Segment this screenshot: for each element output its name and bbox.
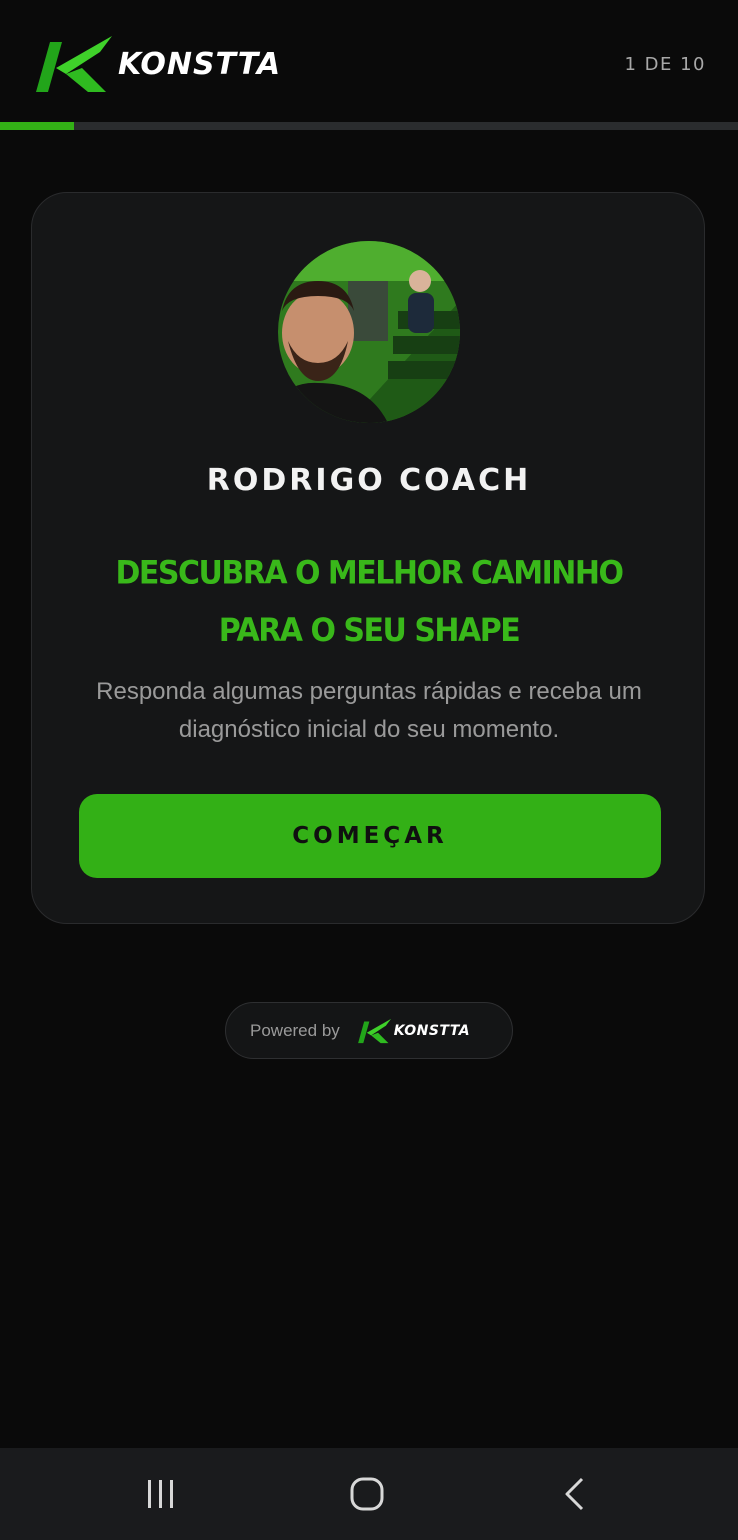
- powered-by-brand: KONSTTA: [393, 1022, 471, 1039]
- brand-logo: KONSTTA: [36, 34, 281, 94]
- powered-by-label: Powered by: [250, 1020, 340, 1040]
- progress-bar-fill: [0, 122, 74, 130]
- back-icon[interactable]: [545, 1472, 605, 1516]
- step-counter: 1 DE 10: [624, 54, 706, 75]
- konstta-logo-small-icon: [357, 1018, 391, 1043]
- coach-name: RODRIGO COACH: [206, 463, 532, 498]
- recent-apps-icon[interactable]: [131, 1472, 191, 1516]
- card-subtitle: Responda algumas perguntas rápidas e rec…: [96, 678, 642, 743]
- home-icon[interactable]: [337, 1472, 397, 1516]
- app-header: KONSTTA 1 DE 10: [0, 0, 738, 122]
- intro-card: RODRIGO COACH DESCUBRA O MELHOR CAMINHO …: [31, 192, 705, 924]
- coach-avatar: [278, 241, 460, 423]
- progress-bar: [0, 122, 738, 130]
- powered-by-badge[interactable]: Powered by KONSTTA: [225, 1002, 513, 1059]
- konstta-logo-icon: [36, 36, 112, 92]
- powered-by-logo: KONSTTA: [357, 1018, 471, 1044]
- coach-photo-icon: [278, 241, 460, 423]
- system-navigation-bar: [0, 1448, 738, 1540]
- card-headline: DESCUBRA O MELHOR CAMINHO PARA O SEU SHA…: [115, 554, 624, 650]
- brand-name: KONSTTA: [118, 46, 282, 82]
- start-button[interactable]: COMEÇAR: [79, 794, 661, 878]
